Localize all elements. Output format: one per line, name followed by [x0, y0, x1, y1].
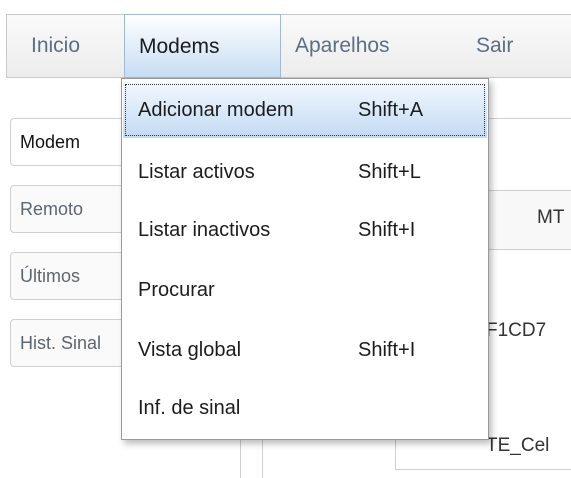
menu-item-label: Procurar [138, 279, 215, 301]
menu-item-label: Listar inactivos [138, 219, 271, 241]
panel-divider [240, 440, 241, 478]
menu-aparelhos[interactable]: Aparelhos [281, 15, 404, 77]
menu-item-label: Listar activos [138, 161, 255, 183]
menu-sair[interactable]: Sair [462, 15, 527, 77]
menu-inicio[interactable]: Inicio [17, 15, 94, 77]
menu-item-shortcut: Shift+A [358, 99, 424, 121]
table-cell-name: TE_Cel [486, 435, 550, 456]
menu-item-vista-global[interactable]: Vista global Shift+I [123, 322, 487, 378]
menu-item-inf-de-sinal[interactable]: Inf. de sinal [123, 380, 487, 436]
menu-item-label: Vista global [138, 339, 242, 361]
menu-item-shortcut: Shift+L [358, 161, 421, 183]
panel-divider [395, 469, 571, 470]
menu-item-label: Inf. de sinal [138, 397, 241, 419]
panel-divider [395, 440, 396, 470]
menu-item-adicionar-modem[interactable]: Adicionar modem Shift+A [123, 82, 487, 138]
menu-item-listar-activos[interactable]: Listar activos Shift+L [123, 144, 487, 200]
menu-item-label: Adicionar modem [138, 99, 294, 121]
menu-item-listar-inactivos[interactable]: Listar inactivos Shift+I [123, 202, 487, 258]
menu-item-shortcut: Shift+I [358, 219, 416, 241]
table-cell-id: F1CD7 [486, 320, 547, 341]
modems-dropdown-menu: Adicionar modem Shift+A Listar activos S… [121, 78, 489, 440]
main-menubar: Inicio Modems Aparelhos Sair [6, 14, 571, 78]
menu-item-procurar[interactable]: Procurar [123, 262, 487, 318]
column-header-label: MT [537, 207, 565, 228]
menu-modems[interactable]: Modems [124, 14, 281, 78]
table-column-header[interactable]: MT [478, 190, 571, 250]
panel-divider [262, 440, 263, 478]
menu-item-shortcut: Shift+I [358, 339, 416, 361]
